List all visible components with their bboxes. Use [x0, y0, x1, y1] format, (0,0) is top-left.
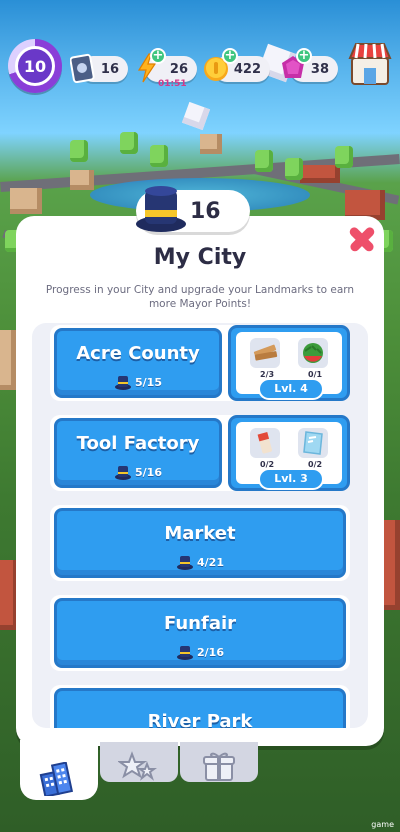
watermelon-icon	[298, 338, 328, 368]
upgrade-card-tool-factory[interactable]: 0/2 0/2 Lvl. 3	[228, 415, 350, 491]
landmark-progress-value: 4/21	[197, 556, 224, 569]
upgrade-panel: 2/3 0/1 Lvl. 4	[236, 332, 342, 400]
landmark-progress-value: 2/16	[197, 646, 224, 659]
energy-count: 26	[169, 61, 188, 77]
landmark-button-funfair[interactable]: Funfair 2/16	[54, 598, 346, 668]
stars-icon	[116, 750, 158, 788]
dialog-subtitle: Progress in your City and upgrade your L…	[45, 284, 355, 310]
upgrade-level: Lvl. 3	[258, 468, 324, 490]
shop-button[interactable]	[348, 40, 392, 86]
paint-tube-icon	[250, 428, 280, 458]
upgrade-card-acre-county[interactable]: 2/3 0/1 Lvl. 4	[228, 325, 350, 401]
landmark-button-river-park[interactable]: River Park	[54, 688, 346, 728]
landmark-progress: 4/21	[57, 554, 343, 573]
landmark-name: River Park	[147, 711, 253, 728]
landmark-name: Tool Factory	[76, 433, 200, 454]
landmark-progress-value: 5/16	[135, 466, 162, 479]
energy-timer: 01:51	[158, 79, 187, 89]
landmark-progress-value: 5/15	[135, 376, 162, 389]
add-coins-button[interactable]: +	[222, 48, 238, 64]
watermark: game	[371, 820, 394, 829]
top-hat-icon	[114, 374, 132, 393]
top-hat-icon	[134, 184, 188, 234]
buildings-icon	[38, 761, 74, 800]
shop-icon	[348, 43, 392, 85]
tab-gifts[interactable]	[180, 742, 258, 782]
landmark-button-acre-county[interactable]: Acre County 5/15	[54, 328, 222, 398]
top-hat-icon	[176, 554, 194, 573]
add-energy-button[interactable]: +	[150, 48, 166, 64]
top-hat-icon	[114, 464, 132, 483]
mayor-points-count: 16	[190, 199, 221, 224]
landmark-progress: 5/15	[57, 374, 219, 393]
gift-icon	[202, 750, 236, 786]
add-gems-button[interactable]: +	[296, 48, 312, 64]
top-hud: 10 16 26 + 01:51 422 + 38 +	[0, 34, 400, 104]
wood-planks-icon	[250, 338, 280, 368]
tab-stars[interactable]	[100, 742, 178, 782]
coins-count: 422	[233, 61, 261, 77]
glass-pane-icon	[298, 428, 328, 458]
landmark-name: Funfair	[163, 613, 237, 634]
upgrade-level: Lvl. 4	[258, 378, 324, 400]
gems-count: 38	[310, 61, 329, 77]
cards-icon	[68, 51, 98, 85]
landmark-list[interactable]: Acre County 5/15 2/3 0/1 Lvl. 4 Tool Fac…	[32, 323, 368, 728]
cards-count: 16	[100, 61, 119, 77]
level-badge[interactable]: 10	[8, 39, 62, 93]
building-decoration	[0, 330, 16, 390]
tab-city[interactable]	[20, 740, 98, 800]
landmark-button-tool-factory[interactable]: Tool Factory 5/16	[54, 418, 222, 488]
landmark-progress: 2/16	[57, 644, 343, 663]
building-decoration	[384, 520, 400, 610]
landmark-name: Market	[164, 523, 236, 544]
landmark-name: Acre County	[76, 343, 200, 364]
landmark-progress: 5/16	[57, 464, 219, 483]
level-number: 10	[15, 46, 55, 86]
top-hat-icon	[176, 644, 194, 663]
upgrade-panel: 0/2 0/2 Lvl. 3	[236, 422, 342, 490]
dialog-title: My City	[153, 245, 247, 270]
landmark-button-market[interactable]: Market 4/21	[54, 508, 346, 578]
